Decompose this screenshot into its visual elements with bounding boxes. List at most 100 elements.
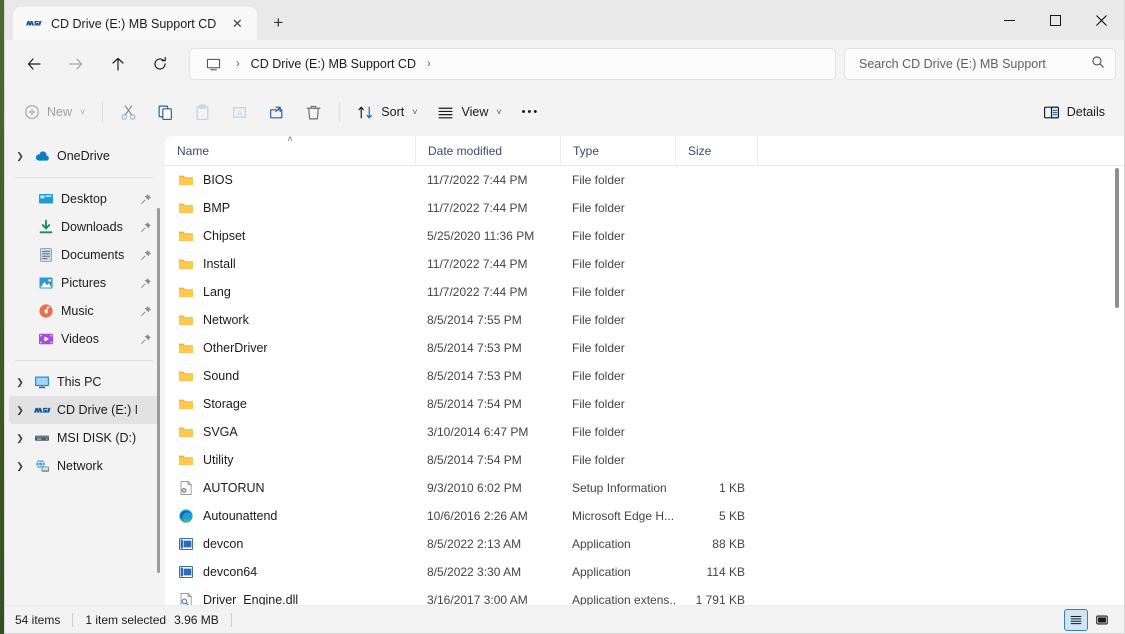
close-tab-icon[interactable]: ✕ [225, 12, 249, 36]
refresh-button[interactable] [143, 47, 177, 81]
file-name-label: Utility [203, 453, 234, 467]
chevron-right-icon[interactable]: ❯ [9, 461, 31, 472]
pin-icon[interactable] [137, 277, 155, 289]
sidebar-item-onedrive[interactable]: ❯ OneDrive [9, 142, 159, 170]
column-header-type[interactable]: Type [560, 136, 675, 166]
chevron-right-icon[interactable]: ❯ [9, 151, 31, 162]
file-name-label: Autounattend [203, 509, 278, 523]
table-row[interactable]: devcon64 8/5/2022 3:30 AM Application 114 K… [165, 558, 1124, 586]
more-options-button[interactable]: ••• [513, 96, 549, 128]
table-row[interactable]: BMP 11/7/2022 7:44 PM File folder [165, 194, 1124, 222]
table-row[interactable]: SVGA 3/10/2014 6:47 PM File folder [165, 418, 1124, 446]
details-pane-button[interactable]: Details [1034, 96, 1114, 128]
pin-icon[interactable] [137, 193, 155, 205]
music-icon [35, 303, 57, 319]
tab-cd-drive[interactable]: CD Drive (E:) MB Support CD ✕ [13, 7, 258, 40]
paste-button[interactable] [185, 96, 220, 128]
file-date-cell: 11/7/2022 7:44 PM [427, 201, 528, 215]
file-name-cell: Driver_Engine.dll [165, 592, 415, 605]
this-pc-icon[interactable] [200, 57, 227, 72]
table-row[interactable]: BIOS 11/7/2022 7:44 PM File folder [165, 166, 1124, 194]
back-button[interactable] [17, 47, 51, 81]
sidebar-item-cd-drive-e-mb[interactable]: ❯ CD Drive (E:) MB [9, 396, 159, 424]
sort-button[interactable]: Sort ˅ [348, 96, 426, 128]
explorer-body: ❯ OneDrive Desktop Downloads Documents Pictur… [5, 136, 1124, 605]
chevron-right-icon[interactable]: ❯ [9, 405, 31, 416]
table-row[interactable]: Install 11/7/2022 7:44 PM File folder [165, 250, 1124, 278]
minimize-button[interactable] [986, 0, 1032, 40]
column-header-name[interactable]: ˄ Name [165, 136, 415, 166]
pin-icon[interactable] [137, 305, 155, 317]
file-list-scroll-thumb[interactable] [1115, 168, 1119, 308]
search-input[interactable] [859, 57, 1083, 71]
pin-icon[interactable] [137, 249, 155, 261]
up-button[interactable] [101, 47, 135, 81]
maximize-button[interactable] [1032, 0, 1078, 40]
pin-icon[interactable] [137, 221, 155, 233]
folder-icon [177, 312, 194, 328]
sidebar-item-this-pc[interactable]: ❯ This PC [9, 368, 159, 396]
file-date-cell: 8/5/2014 7:54 PM [427, 397, 522, 411]
table-row[interactable]: Utility 8/5/2014 7:54 PM File folder [165, 446, 1124, 474]
share-button[interactable] [259, 96, 294, 128]
forward-button[interactable] [59, 47, 93, 81]
table-row[interactable]: Chipset 5/25/2020 11:36 PM File folder [165, 222, 1124, 250]
pin-icon[interactable] [137, 333, 155, 345]
msi-logo-icon [25, 15, 42, 32]
table-row[interactable]: Network 8/5/2014 7:55 PM File folder [165, 306, 1124, 334]
table-row[interactable]: Sound 8/5/2014 7:53 PM File folder [165, 362, 1124, 390]
breadcrumb-separator-1[interactable]: › [229, 58, 247, 70]
toolbar-divider-1 [102, 102, 104, 122]
sidebar-divider [15, 360, 153, 361]
breadcrumb-path[interactable]: CD Drive (E:) MB Support CD [249, 57, 418, 71]
table-row[interactable]: Driver_Engine.dll 3/16/2017 3:00 AM Applic… [165, 586, 1124, 605]
column-header-size[interactable]: Size [675, 136, 757, 166]
column-header-date-modified[interactable]: Date modified [415, 136, 560, 166]
command-bar: New ˅ A Sort ˅ View ˅ ••• Details [5, 88, 1124, 136]
sidebar-scrollbar[interactable] [157, 136, 163, 605]
cut-button[interactable] [111, 96, 146, 128]
sidebar-item-pictures[interactable]: Pictures [9, 269, 159, 297]
table-row[interactable]: Storage 8/5/2014 7:54 PM File folder [165, 390, 1124, 418]
sidebar-item-network[interactable]: ❯ Network [9, 452, 159, 480]
folder-icon [177, 340, 194, 356]
chevron-right-icon[interactable]: ❯ [9, 433, 31, 444]
delete-button[interactable] [296, 96, 331, 128]
table-row[interactable]: OtherDriver 8/5/2014 7:53 PM File folder [165, 334, 1124, 362]
navigation-bar: › CD Drive (E:) MB Support CD › [5, 40, 1124, 88]
column-headers: ˄ Name Date modified Type Size [165, 136, 1124, 166]
sidebar-item-desktop[interactable]: Desktop [9, 185, 159, 213]
file-list-scrollbar[interactable] [1112, 168, 1122, 601]
large-icons-view-button[interactable] [1090, 609, 1114, 631]
this-pc-icon [31, 374, 53, 390]
sidebar-item-music[interactable]: Music [9, 297, 159, 325]
breadcrumb-separator-2[interactable]: › [420, 58, 438, 70]
sidebar-scroll-thumb[interactable] [157, 208, 160, 573]
file-name-label: Chipset [203, 229, 246, 243]
copy-button[interactable] [148, 96, 183, 128]
folder-icon [177, 368, 194, 384]
documents-icon [35, 247, 57, 263]
details-view-button[interactable] [1064, 608, 1088, 631]
file-type-cell: File folder [572, 201, 625, 215]
rename-button[interactable]: A [222, 96, 257, 128]
table-row[interactable]: AUTORUN 9/3/2010 6:02 PM Setup Information… [165, 474, 1124, 502]
toolbar-divider-2 [339, 102, 341, 122]
sidebar-item-videos[interactable]: Videos [9, 325, 159, 353]
search-icon[interactable] [1091, 55, 1105, 74]
table-row[interactable]: Autounattend 10/6/2016 2:26 AM Microsoft E… [165, 502, 1124, 530]
sidebar-item-documents[interactable]: Documents [9, 241, 159, 269]
sidebar-item-downloads[interactable]: Downloads [9, 213, 159, 241]
table-row[interactable]: Lang 11/7/2022 7:44 PM File folder [165, 278, 1124, 306]
view-button[interactable]: View ˅ [428, 96, 510, 128]
chevron-right-icon[interactable]: ❯ [9, 377, 31, 388]
file-type-cell: File folder [572, 173, 625, 187]
close-window-button[interactable] [1078, 0, 1124, 40]
search-box[interactable] [844, 48, 1116, 80]
table-row[interactable]: devcon 8/5/2022 2:13 AM Application 88 KB [165, 530, 1124, 558]
address-bar[interactable]: › CD Drive (E:) MB Support CD › [189, 48, 836, 80]
sidebar-item-msi-disk-d[interactable]: ❯ MSI DISK (D:) [9, 424, 159, 452]
new-button[interactable]: New ˅ [15, 96, 94, 128]
pictures-icon [35, 275, 57, 291]
new-tab-button[interactable]: + [263, 8, 293, 38]
